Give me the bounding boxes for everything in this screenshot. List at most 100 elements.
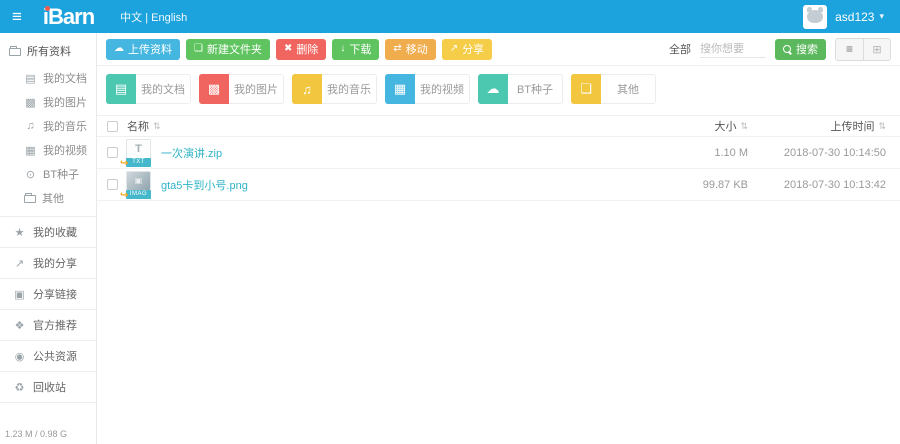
move-icon: ⇄ [393,44,401,54]
document-icon: ▤ [106,74,136,104]
row-checkbox[interactable] [107,179,118,190]
sidebar-item-my-pictures[interactable]: ▩我的图片 [0,90,96,114]
share-button[interactable]: ↗分享 [442,39,492,60]
share-icon: ↗ [13,257,26,270]
image-thumbnail-icon: ▣ [126,171,151,191]
chevron-down-icon: ▾ [879,11,884,22]
rss-icon: ◉ [13,350,26,363]
music-icon: ♫ [292,74,322,104]
image-icon: ▩ [24,96,37,109]
bt-seed-icon: ⊙ [24,168,37,181]
link-icon: ▣ [13,288,26,301]
search-button[interactable]: 搜索 [775,39,826,60]
file-size: 99.87 KB [648,179,748,191]
sidebar-item-others[interactable]: 其他 [0,186,96,210]
category-cards: ▤我的文档 ▩我的图片 ♫我的音乐 ▦我的视频 ☁BT种子 ❏其他 [97,66,900,111]
delete-icon: ✖ [284,44,292,54]
sidebar-item-my-favorites[interactable]: ★我的收藏 [0,216,96,247]
file-type-icon: ▣ IMAG ↪ [126,171,151,199]
hamburger-menu-icon[interactable]: ≡ [12,8,22,25]
sort-time-icon[interactable]: ⇅ [878,121,886,132]
view-toggle: ≡ ⊞ [835,38,891,61]
sidebar-item-share-links[interactable]: ▣分享链接 [0,278,96,309]
app-logo[interactable]: iBarn [43,6,94,28]
sidebar: 所有资料 ▤我的文档 ▩我的图片 ♫我的音乐 ▦我的视频 ⊙BT种子 其他 ★我… [0,33,97,444]
file-name-link[interactable]: gta5卡到小号.png [161,177,648,193]
file-name-link[interactable]: 一次演讲.zip [161,145,648,161]
logo-dot [45,6,50,11]
avatar [803,5,827,29]
table-row: ▣ IMAG ↪ gta5卡到小号.png 99.87 KB 2018-07-3… [97,169,900,201]
search-icon [783,45,792,54]
main-panel: ☁上传资料 ❏新建文件夹 ✖删除 ↓下载 ⇄移动 ↗分享 全部 搜索 ≡ ⊞ [97,33,900,444]
select-all-checkbox[interactable] [107,121,118,132]
download-button[interactable]: ↓下载 [332,39,379,60]
trash-icon: ♻ [13,381,26,394]
sidebar-item-my-music[interactable]: ♫我的音乐 [0,114,96,138]
shared-mark-icon: ↪ [120,191,128,201]
language-switcher[interactable]: 中文 | English [120,9,187,25]
table-header: 名称 ⇅ 大小 ⇅ 上传时间 ⇅ [97,115,900,137]
app-window: ≡ iBarn 中文 | English asd123 ▾ 所有资料 ▤我的文档… [0,0,900,444]
folder-icon [24,195,36,203]
sidebar-item-all-files[interactable]: 所有资料 [0,33,96,66]
file-table: 名称 ⇅ 大小 ⇅ 上传时间 ⇅ T TXT ↪ 一次演讲.zip 1.10 M 20… [97,111,900,201]
briefcase-icon: ❖ [13,319,26,332]
file-type-badge: IMAG [126,190,151,199]
sidebar-item-official-picks[interactable]: ❖官方推荐 [0,309,96,340]
txt-file-icon: T [126,139,151,159]
category-my-videos[interactable]: ▦我的视频 [385,74,470,104]
toolbar: ☁上传资料 ❏新建文件夹 ✖删除 ↓下载 ⇄移动 ↗分享 全部 搜索 ≡ ⊞ [97,33,900,66]
category-bt-seeds[interactable]: ☁BT种子 [478,74,563,104]
category-others[interactable]: ❏其他 [571,74,656,104]
upload-time: 2018-07-30 10:14:50 [748,147,886,159]
user-menu[interactable]: asd123 ▾ [803,5,884,29]
size-column-header: 大小 [714,118,736,134]
avatar-image [807,10,823,23]
video-icon: ▦ [24,144,37,157]
top-bar: ≡ iBarn 中文 | English asd123 ▾ [0,0,900,33]
sidebar-item-recycle-bin[interactable]: ♻回收站 [0,371,96,403]
sidebar-item-bt-seeds[interactable]: ⊙BT种子 [0,162,96,186]
grid-view-button[interactable]: ⊞ [863,39,890,60]
time-column-header: 上传时间 [830,118,874,134]
cloud-download-icon: ☁ [478,74,508,104]
sidebar-item-my-videos[interactable]: ▦我的视频 [0,138,96,162]
share-icon: ↗ [450,44,458,54]
upload-button[interactable]: ☁上传资料 [106,39,180,60]
table-row: T TXT ↪ 一次演讲.zip 1.10 M 2018-07-30 10:14… [97,137,900,169]
category-my-pictures[interactable]: ▩我的图片 [199,74,284,104]
music-icon: ♫ [24,120,37,132]
folder-icon: ❏ [194,44,203,54]
delete-button[interactable]: ✖删除 [276,39,326,60]
move-button[interactable]: ⇄移动 [385,39,435,60]
download-icon: ↓ [340,44,345,54]
upload-time: 2018-07-30 10:13:42 [748,179,886,191]
open-folder-icon: ❏ [571,74,601,104]
sort-name-icon[interactable]: ⇅ [153,121,161,132]
document-icon: ▤ [24,72,37,85]
sort-size-icon[interactable]: ⇅ [740,121,748,132]
name-column-header: 名称 [127,118,149,134]
list-view-button[interactable]: ≡ [836,39,863,60]
filter-all-dropdown[interactable]: 全部 [669,41,691,57]
shared-mark-icon: ↪ [120,159,128,169]
star-icon: ★ [13,226,26,239]
cloud-upload-icon: ☁ [114,44,124,54]
storage-usage: 1.23 M / 0.98 G [5,429,67,439]
new-folder-button[interactable]: ❏新建文件夹 [186,39,270,60]
username: asd123 [835,10,874,24]
video-icon: ▦ [385,74,415,104]
search-input[interactable] [700,40,766,58]
category-my-music[interactable]: ♫我的音乐 [292,74,377,104]
category-my-documents[interactable]: ▤我的文档 [106,74,191,104]
sidebar-item-my-documents[interactable]: ▤我的文档 [0,66,96,90]
image-icon: ▩ [199,74,229,104]
folder-icon [9,48,21,56]
file-type-icon: T TXT ↪ [126,139,151,167]
row-checkbox[interactable] [107,147,118,158]
file-type-badge: TXT [126,158,151,167]
sidebar-item-my-shares[interactable]: ↗我的分享 [0,247,96,278]
file-size: 1.10 M [648,147,748,159]
sidebar-item-public-resources[interactable]: ◉公共资源 [0,340,96,371]
